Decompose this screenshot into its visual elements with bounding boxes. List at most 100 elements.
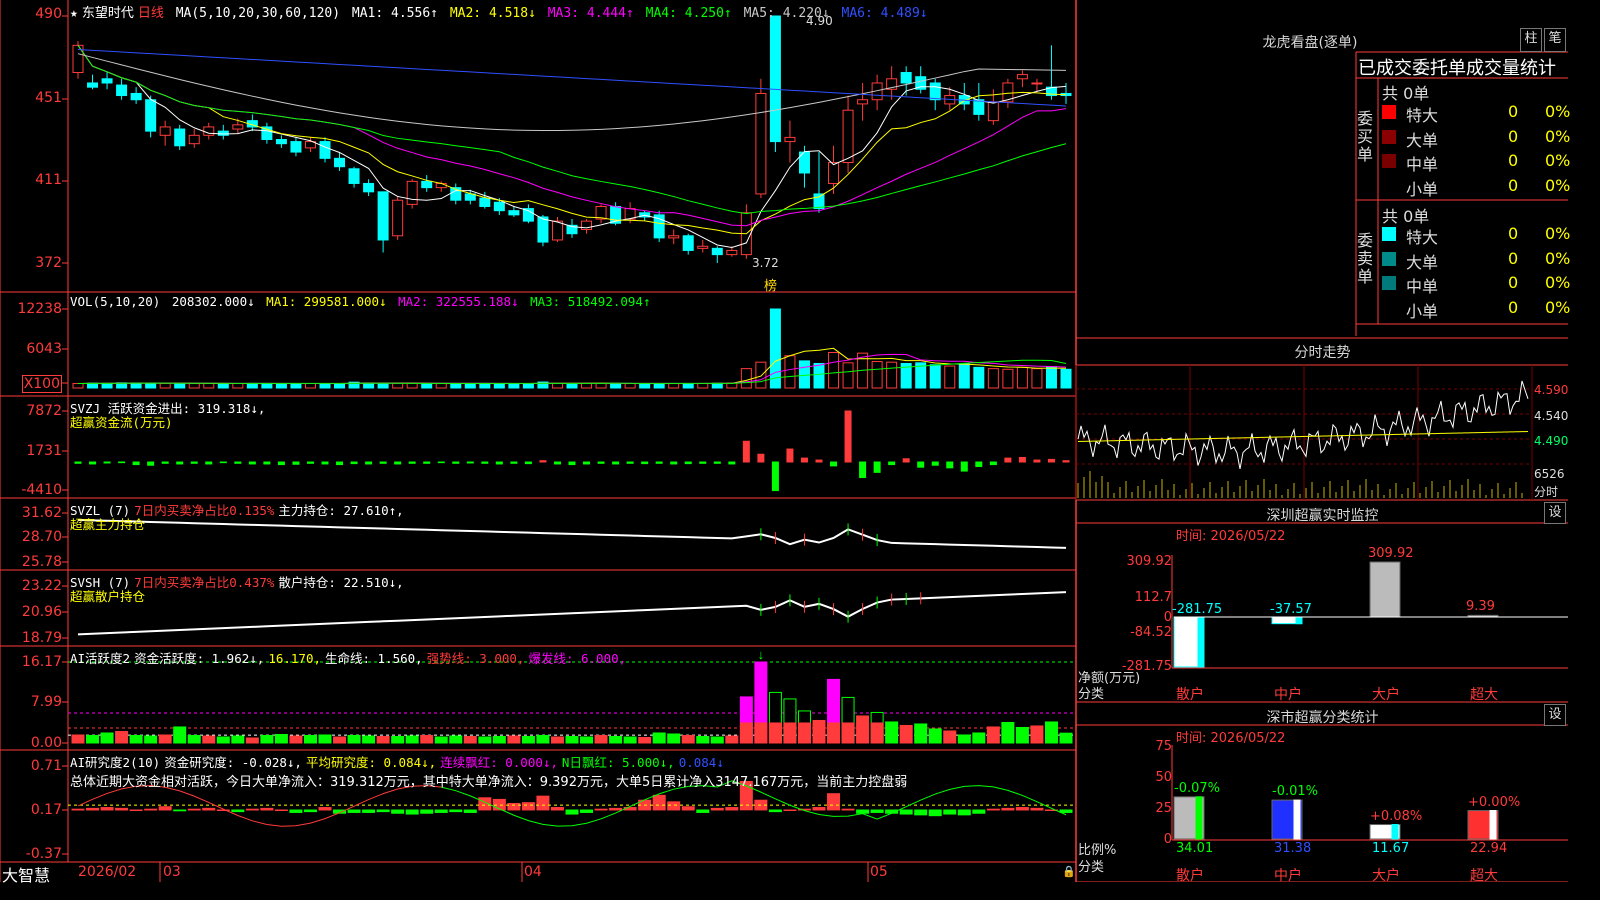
fund-flow-bar-out xyxy=(583,461,591,465)
tick-mode-button[interactable]: 笔 xyxy=(1544,28,1566,52)
volume-bar-down xyxy=(610,382,622,389)
buy-color-swatch xyxy=(1382,154,1396,168)
research-bar-down xyxy=(173,809,187,812)
candle-up xyxy=(188,134,200,145)
research-bar-up xyxy=(1001,807,1015,811)
period-label[interactable]: 日线 xyxy=(138,6,164,21)
fund-flow-bar-out xyxy=(350,461,358,465)
monitor-value: 309.92 xyxy=(1368,546,1414,561)
lock-icon[interactable]: 🔒 xyxy=(1062,865,1076,878)
classify-tick: 50 xyxy=(1155,770,1172,785)
research-bar-up xyxy=(521,802,535,811)
monitor-category: 散户 xyxy=(1176,687,1204,703)
candle-up xyxy=(784,136,796,143)
activity-bar xyxy=(245,737,259,744)
fund-flow-bar-out xyxy=(408,461,416,464)
monitor-settings-button[interactable]: 设 xyxy=(1544,502,1566,524)
sell-row-count: 0 xyxy=(1508,248,1519,268)
activity-bar xyxy=(812,719,826,744)
buy-row-count: 0 xyxy=(1508,151,1519,170)
classify-percent: 11.67 xyxy=(1372,841,1410,856)
vol-ma2: MA2: 322555.188↓ xyxy=(398,294,519,309)
fund-flow-bar-out xyxy=(859,461,867,479)
candle-up xyxy=(987,101,999,122)
fund-flow-bar-out xyxy=(161,461,169,464)
buy-row-count: 0 xyxy=(1508,102,1519,121)
volume-bar-down xyxy=(958,362,970,389)
research-bar-up xyxy=(144,808,158,811)
retail-position-line xyxy=(77,591,1067,636)
bar-mode-button[interactable]: 柱 xyxy=(1520,28,1542,52)
research-bar-up xyxy=(783,809,797,811)
vol-unit-label[interactable]: X100 xyxy=(21,375,62,393)
research-bar-up xyxy=(318,807,332,811)
activity-bar xyxy=(260,734,274,744)
activity-bar xyxy=(173,726,187,744)
classify-settings-button[interactable]: 设 xyxy=(1544,704,1566,726)
candle-down xyxy=(217,130,229,136)
fund-flow-bar-out xyxy=(147,461,155,466)
ma-line xyxy=(77,45,1067,235)
research-bar-down xyxy=(420,809,434,814)
sell-color-swatch xyxy=(1382,227,1396,241)
activity-bar xyxy=(957,734,971,744)
fund-flow-bar-in xyxy=(1033,459,1041,463)
volume-bar-up xyxy=(842,362,854,389)
buy-row-count: 0 xyxy=(1508,126,1519,146)
classify-change: -0.07% xyxy=(1174,780,1220,796)
activity-bar xyxy=(318,734,332,744)
buy-row-percent: 0% xyxy=(1545,175,1571,195)
activity-bar xyxy=(463,735,477,744)
candle-up xyxy=(1031,82,1043,85)
activity-bar xyxy=(885,721,899,744)
buy-row-name: 小单 xyxy=(1406,179,1439,199)
svsh-tick: 20.96 xyxy=(21,604,62,620)
fund-flow-bar-in xyxy=(1047,458,1055,463)
volume-bar-down xyxy=(101,382,113,389)
classify-category: 大户 xyxy=(1372,868,1400,884)
monitor-category: 大户 xyxy=(1372,687,1400,703)
research-bar-up xyxy=(1015,807,1029,811)
fund-flow-bar-out xyxy=(466,461,474,464)
monitor-bar xyxy=(1369,561,1401,618)
research-bar-up xyxy=(652,794,666,811)
ai2-tick: 0.71 xyxy=(30,758,62,774)
fund-flow-bar-out xyxy=(931,461,939,466)
category-bar-edge xyxy=(1195,796,1203,840)
research-bar-down xyxy=(391,809,405,814)
activity-bar xyxy=(1015,726,1029,744)
sell-color-swatch xyxy=(1382,251,1396,266)
category-bar-edge xyxy=(1391,824,1399,840)
activity-bar xyxy=(899,724,913,744)
high-price-label: 4.90 xyxy=(806,14,833,28)
sell-row-percent: 0% xyxy=(1545,248,1571,268)
volume-bar-down xyxy=(290,382,302,389)
sell-color-swatch xyxy=(1382,276,1396,290)
monitor-tick: 112.7 xyxy=(1134,590,1172,605)
stock-name[interactable]: 东望时代 xyxy=(82,6,134,21)
classify-percent: 31.38 xyxy=(1274,841,1312,856)
volume-bar-up xyxy=(72,382,84,389)
volume-bar-down xyxy=(275,383,287,389)
volume-bar-down xyxy=(711,382,723,389)
activity-bar xyxy=(550,736,564,744)
activity-bar-base xyxy=(739,722,753,744)
fund-flow-bar-out xyxy=(830,461,838,467)
vol-tick: 12238 xyxy=(17,301,62,317)
research-bar-up xyxy=(550,807,564,811)
candle-up xyxy=(159,126,171,136)
app-logo[interactable]: 大智慧 xyxy=(2,862,50,886)
ai1-tick: 7.99 xyxy=(30,694,62,710)
classify-change: +0.00% xyxy=(1468,794,1521,810)
candle-down xyxy=(537,216,549,243)
monitor-category: 超大 xyxy=(1470,687,1498,703)
classify-time: 时间: 2026/05/22 xyxy=(1176,731,1286,746)
ai2-summary: 总体近期大资金相对活跃，今日大单净流入：319.312万元，其中特大单净流入：9… xyxy=(70,775,908,790)
ai1-peak-arrow: ↓ xyxy=(758,647,765,662)
volume-bar-down xyxy=(1045,366,1057,389)
bang-marker[interactable]: 榜 xyxy=(764,275,777,294)
activity-bar xyxy=(115,730,129,744)
fund-flow-bar-out xyxy=(321,461,329,465)
research-bar-up xyxy=(667,801,681,811)
fund-flow-bar-out xyxy=(423,461,431,464)
